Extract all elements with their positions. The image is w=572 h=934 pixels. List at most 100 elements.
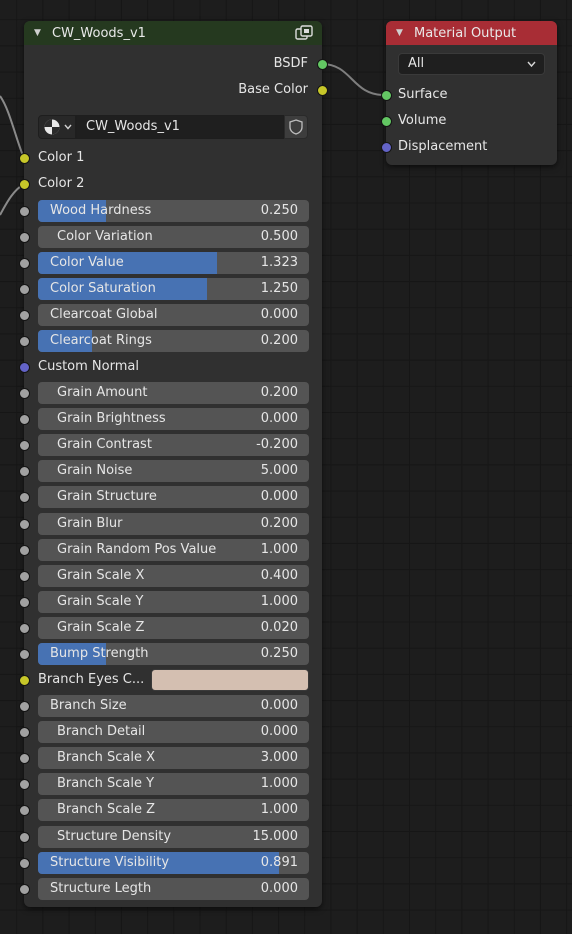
input-socket[interactable] <box>19 883 30 895</box>
param-field[interactable]: Grain Scale X 0.400 <box>38 564 309 587</box>
input-socket[interactable] <box>19 649 30 660</box>
input-socket[interactable] <box>19 570 30 582</box>
param-value: 5.000 <box>260 463 298 479</box>
input-socket[interactable] <box>19 440 30 452</box>
input-displacement-socket[interactable] <box>381 142 392 153</box>
param-field[interactable]: Structure Density 15.000 <box>38 825 309 848</box>
output-bsdf-label: BSDF <box>273 56 308 71</box>
target-select-value: All <box>408 56 425 71</box>
input-socket[interactable] <box>19 544 30 556</box>
param-label: Grain Scale Y <box>57 593 144 609</box>
param-field[interactable]: Grain Scale Z 0.020 <box>38 616 309 639</box>
param-field[interactable]: Structure Legth 0.000 <box>38 877 309 900</box>
param-field[interactable]: Branch Scale Z 1.000 <box>38 799 309 822</box>
material-output-node[interactable]: ▼ Material Output All Surface Volume Dis… <box>381 21 557 165</box>
input-socket[interactable] <box>19 596 30 608</box>
param-value: 1.323 <box>260 255 298 270</box>
param-field[interactable]: Grain Noise 5.000 <box>38 460 309 483</box>
input-socket[interactable] <box>19 258 30 269</box>
input-color1-label: Color 1 <box>38 150 85 165</box>
input-socket[interactable] <box>19 753 30 765</box>
param-field[interactable]: Grain Scale Y 1.000 <box>38 590 309 613</box>
target-select[interactable]: All <box>398 53 545 75</box>
input-socket[interactable] <box>19 518 30 530</box>
param-field[interactable]: Branch Detail 0.000 <box>38 721 309 744</box>
input-socket[interactable] <box>19 701 30 712</box>
fake-user-shield-icon[interactable] <box>284 115 308 139</box>
param-label: Grain Amount <box>57 385 148 400</box>
node-tree-name-field[interactable]: CW_Woods_v1 <box>76 115 284 139</box>
group-node[interactable]: ▼ CW_Woods_v1 BSDF Base Color CW_Woods_v… <box>19 21 328 907</box>
input-branch-eyes-color-socket[interactable] <box>19 675 30 686</box>
link-bsdf-to-surface <box>321 63 385 96</box>
param-field[interactable]: Grain Random Pos Value 1.000 <box>38 538 309 561</box>
input-socket[interactable] <box>19 206 30 217</box>
param-value: 0.200 <box>260 333 298 348</box>
input-socket[interactable] <box>19 831 30 843</box>
param-label: Color Saturation <box>50 281 156 296</box>
param-field[interactable]: Branch Size 0.000 <box>38 695 309 717</box>
param-field[interactable]: Grain Contrast -0.200 <box>38 434 309 457</box>
input-color1-socket[interactable] <box>19 153 30 164</box>
input-socket[interactable] <box>19 284 30 295</box>
param-label: Color Variation <box>57 229 153 244</box>
param-value: 3.000 <box>260 750 298 766</box>
input-socket[interactable] <box>19 310 30 321</box>
node-tree-selector[interactable]: CW_Woods_v1 <box>38 115 308 139</box>
input-socket[interactable] <box>19 388 30 399</box>
param-value: 0.200 <box>260 385 298 400</box>
output-base-color-label: Base Color <box>238 82 308 97</box>
output-bsdf-socket[interactable] <box>317 59 328 70</box>
input-custom-normal-label: Custom Normal <box>38 359 139 374</box>
input-socket[interactable] <box>19 727 30 739</box>
param-value: 1.000 <box>260 802 298 818</box>
param-field[interactable]: Grain Structure 0.000 <box>38 486 309 509</box>
link-color1-in <box>0 95 25 159</box>
input-socket[interactable] <box>19 779 30 791</box>
input-color2-socket[interactable] <box>19 179 30 190</box>
param-field[interactable]: Color Value 1.323 <box>38 252 309 274</box>
param-label: Color Value <box>50 255 124 270</box>
input-displacement-label: Displacement <box>398 139 488 154</box>
param-value: 1.000 <box>260 593 298 609</box>
param-field[interactable]: Branch Scale Y 1.000 <box>38 773 309 796</box>
input-color2-label: Color 2 <box>38 176 85 191</box>
input-socket[interactable] <box>19 232 30 243</box>
param-field[interactable]: Color Saturation 1.250 <box>38 278 309 300</box>
branch-eyes-color-swatch[interactable] <box>151 669 309 691</box>
param-field[interactable]: Bump Strength 0.250 <box>38 643 309 665</box>
param-label: Grain Blur <box>57 515 123 531</box>
input-socket[interactable] <box>19 414 30 426</box>
param-field[interactable]: Clearcoat Rings 0.200 <box>38 330 309 352</box>
input-socket[interactable] <box>19 622 30 634</box>
chevron-down-icon <box>527 61 536 68</box>
param-field[interactable]: Clearcoat Global 0.000 <box>38 304 309 326</box>
param-field[interactable]: Wood Hardness 0.250 <box>38 200 309 222</box>
material-sphere-icon[interactable] <box>38 115 76 139</box>
param-field[interactable]: Grain Blur 0.200 <box>38 512 309 535</box>
param-field[interactable]: Color Variation 0.500 <box>38 226 309 248</box>
group-node-header[interactable]: ▼ CW_Woods_v1 <box>24 21 322 45</box>
collapse-arrow-icon[interactable]: ▼ <box>34 28 52 38</box>
param-label: Branch Size <box>50 698 127 713</box>
input-volume-label: Volume <box>398 113 447 128</box>
input-surface-label: Surface <box>398 87 448 102</box>
param-field[interactable]: Structure Visibility 0.891 <box>38 851 309 874</box>
input-socket[interactable] <box>19 857 30 869</box>
input-custom-normal-socket[interactable] <box>19 362 30 373</box>
param-field[interactable]: Grain Brightness 0.000 <box>38 408 309 431</box>
node-group-icon[interactable] <box>295 25 313 41</box>
input-socket[interactable] <box>19 336 30 347</box>
collapse-arrow-icon[interactable]: ▼ <box>396 28 414 38</box>
param-field[interactable]: Grain Amount 0.200 <box>38 382 309 404</box>
param-label: Branch Scale Y <box>57 776 155 792</box>
material-output-header[interactable]: ▼ Material Output <box>386 21 557 45</box>
input-surface-socket[interactable] <box>381 90 392 101</box>
output-base-color: Base Color <box>238 82 308 100</box>
output-base-color-socket[interactable] <box>317 85 328 96</box>
input-socket[interactable] <box>19 805 30 817</box>
input-socket[interactable] <box>19 492 30 504</box>
input-volume-socket[interactable] <box>381 116 392 127</box>
input-socket[interactable] <box>19 466 30 478</box>
param-field[interactable]: Branch Scale X 3.000 <box>38 747 309 770</box>
